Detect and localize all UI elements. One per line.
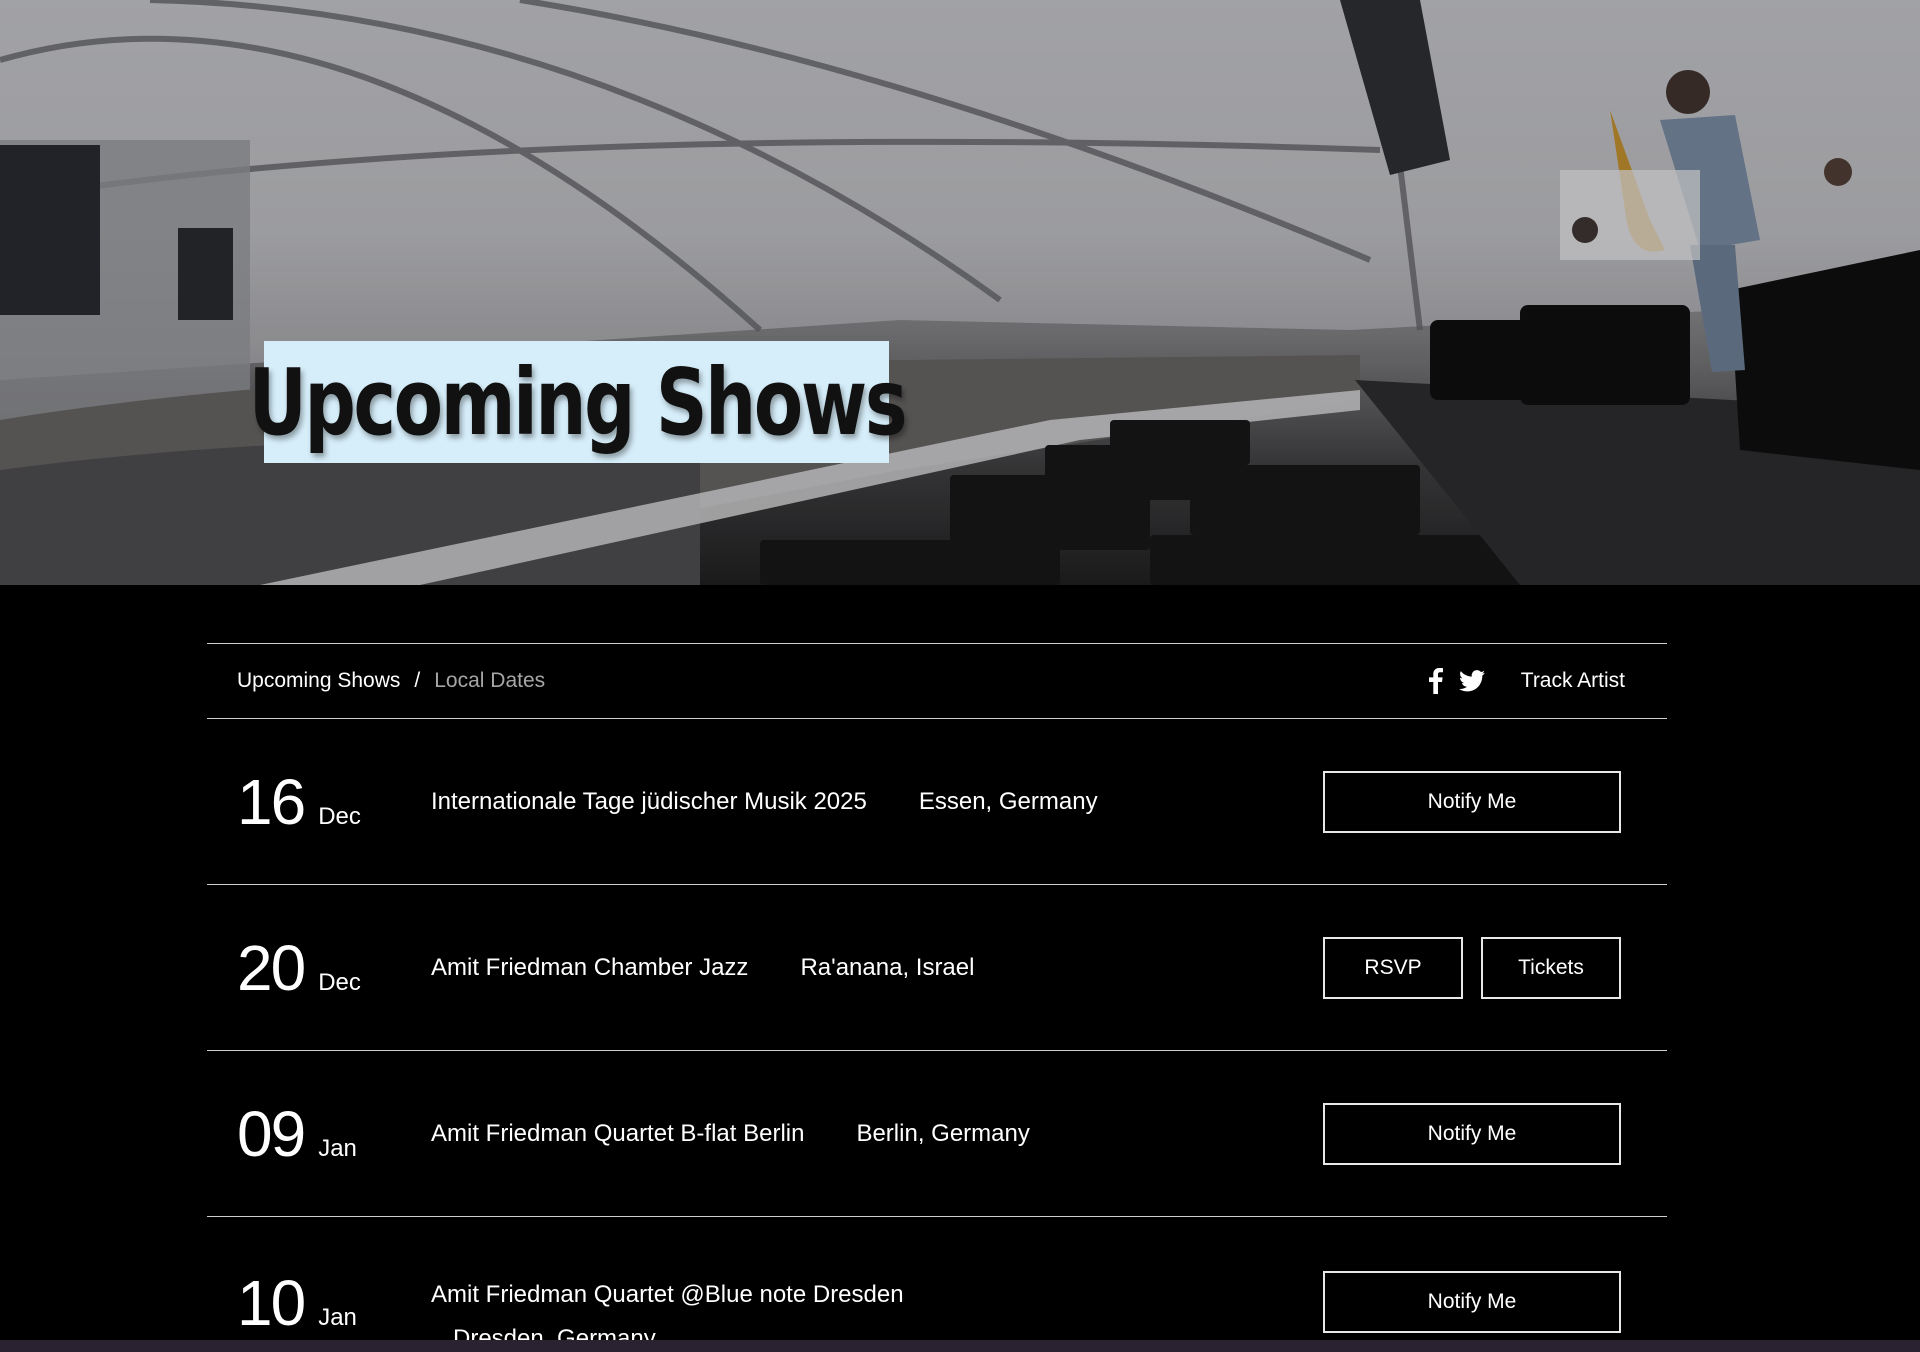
- show-month: Dec: [318, 968, 361, 996]
- show-day: 10: [237, 1267, 306, 1339]
- show-actions: Notify Me: [1323, 1102, 1621, 1165]
- show-location: Berlin, Germany: [856, 1119, 1030, 1147]
- show-date: 16 Dec: [237, 770, 431, 834]
- show-day: 20: [237, 931, 306, 1004]
- facebook-icon[interactable]: [1423, 668, 1449, 694]
- show-row: 16 Dec Internationale Tage jüdischer Mus…: [207, 719, 1667, 885]
- breadcrumb-local-dates[interactable]: Local Dates: [434, 669, 545, 693]
- rsvp-button[interactable]: RSVP: [1323, 936, 1463, 999]
- page-title: Upcoming Shows: [248, 348, 907, 456]
- share-and-track: Track Artist: [1423, 668, 1625, 694]
- show-date: 20 Dec: [237, 936, 431, 1000]
- show-day: 16: [237, 765, 306, 838]
- show-month: Jan: [318, 1134, 357, 1162]
- concert-stage-photo: [0, 0, 1920, 585]
- show-title[interactable]: Amit Friedman Quartet @Blue note Dresden: [431, 1281, 904, 1309]
- hero-title-box: Upcoming Shows: [248, 341, 907, 463]
- show-month: Jan: [318, 1304, 357, 1331]
- notify-me-button[interactable]: Notify Me: [1323, 1271, 1621, 1333]
- shows-toolbar: Upcoming Shows / Local Dates Track Artis…: [207, 643, 1667, 719]
- breadcrumb-upcoming-shows[interactable]: Upcoming Shows: [237, 669, 400, 693]
- track-artist-link[interactable]: Track Artist: [1521, 669, 1625, 693]
- tickets-button[interactable]: Tickets: [1481, 936, 1621, 999]
- show-date: 10 Jan: [237, 1271, 431, 1335]
- show-title[interactable]: Amit Friedman Quartet B-flat Berlin: [431, 1120, 804, 1148]
- show-location: Essen, Germany: [918, 787, 1098, 815]
- show-title[interactable]: Amit Friedman Chamber Jazz: [431, 954, 748, 982]
- twitter-icon[interactable]: [1458, 668, 1485, 694]
- shows-section: Upcoming Shows / Local Dates Track Artis…: [207, 643, 1667, 1352]
- show-location: Ra'anana, Israel: [800, 953, 975, 981]
- show-day: 09: [237, 1097, 306, 1170]
- show-actions: Notify Me: [1323, 770, 1621, 833]
- show-title[interactable]: Internationale Tage jüdischer Musik 2025: [431, 788, 867, 816]
- notify-me-button[interactable]: Notify Me: [1323, 770, 1621, 833]
- hero-banner: Upcoming Shows: [0, 0, 1920, 585]
- notify-me-button[interactable]: Notify Me: [1323, 1102, 1621, 1165]
- show-date: 09 Jan: [237, 1102, 431, 1166]
- show-row: 09 Jan Amit Friedman Quartet B-flat Berl…: [207, 1051, 1667, 1217]
- show-actions: Notify Me: [1323, 1271, 1621, 1333]
- breadcrumb: Upcoming Shows / Local Dates: [237, 669, 545, 693]
- show-row: 20 Dec Amit Friedman Chamber Jazz Ra'ana…: [207, 885, 1667, 1051]
- show-row: 10 Jan Amit Friedman Quartet @Blue note …: [207, 1217, 1667, 1352]
- show-actions: RSVP Tickets: [1323, 936, 1621, 999]
- breadcrumb-separator: /: [414, 669, 421, 692]
- bottom-edge-bar: [0, 1340, 1920, 1352]
- show-month: Dec: [318, 802, 361, 830]
